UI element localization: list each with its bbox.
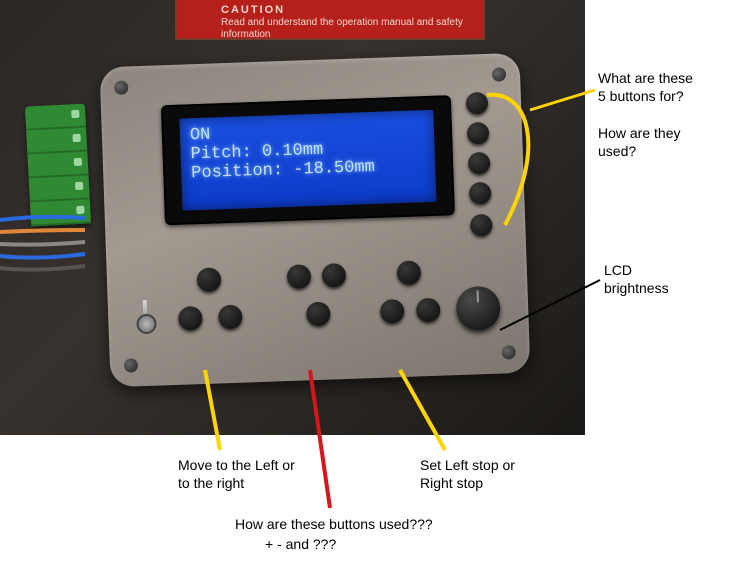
minus-button[interactable]	[322, 263, 347, 288]
lcd-screen: ON Pitch: 0.10mm Position: -18.50mm	[179, 110, 436, 211]
side-button-4[interactable]	[469, 182, 492, 205]
side-button-2[interactable]	[467, 122, 490, 145]
screw-icon	[492, 67, 506, 81]
annotation-move-lr: Move to the Left or to the right	[178, 457, 295, 492]
set-left-stop-button[interactable]	[380, 299, 405, 324]
screw-icon	[114, 80, 128, 94]
power-toggle[interactable]	[136, 298, 153, 335]
lcd-brightness-knob[interactable]	[455, 286, 501, 332]
side-button-1[interactable]	[466, 92, 489, 115]
move-right-button[interactable]	[218, 305, 243, 330]
annotation-side-q1: What are these 5 buttons for?	[598, 70, 693, 105]
annotation-mid-q: How are these buttons used???	[235, 516, 433, 534]
terminal-block	[25, 104, 91, 227]
stop-upper-button[interactable]	[396, 260, 421, 285]
annotation-brightness: LCD brightness	[604, 262, 669, 297]
device-photo: CAUTION Read and understand the operatio…	[0, 0, 585, 435]
screw-icon	[124, 358, 138, 372]
caution-plate: CAUTION Read and understand the operatio…	[175, 0, 485, 40]
plus-button[interactable]	[287, 264, 312, 289]
annotation-mid-sub: + - and ???	[265, 536, 336, 554]
move-up-button[interactable]	[197, 267, 222, 292]
lcd-bezel: ON Pitch: 0.10mm Position: -18.50mm	[161, 95, 455, 225]
caution-line1: Read and understand the operation manual…	[221, 17, 463, 40]
middle-unknown-button[interactable]	[306, 302, 331, 327]
annotation-set-stop: Set Left stop or Right stop	[420, 457, 515, 492]
move-left-button[interactable]	[178, 306, 203, 331]
side-button-3[interactable]	[468, 152, 491, 175]
screw-icon	[501, 345, 515, 359]
caution-title: CAUTION	[221, 4, 285, 16]
annotation-side-q2: How are they used?	[598, 125, 680, 160]
control-panel: ON Pitch: 0.10mm Position: -18.50mm	[100, 53, 531, 387]
side-button-5[interactable]	[470, 214, 493, 237]
set-right-stop-button[interactable]	[416, 298, 441, 323]
